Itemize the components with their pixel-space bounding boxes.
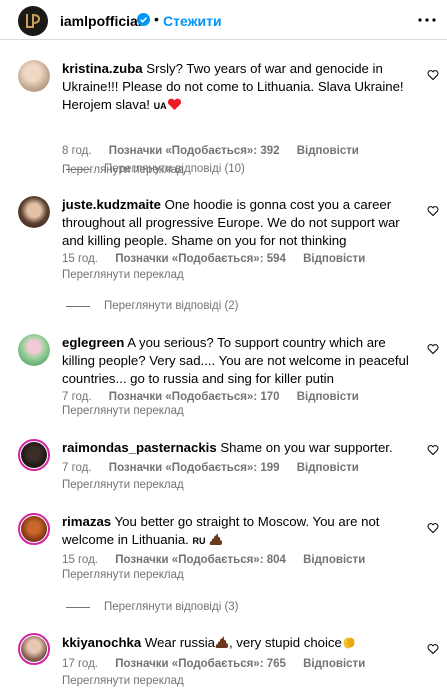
- comment-username[interactable]: raimondas_pasternackis: [62, 440, 217, 455]
- likes-count[interactable]: Позначки «Подобається»: 170: [109, 391, 280, 403]
- comment-time: 15 год.: [62, 554, 98, 566]
- translate-link[interactable]: Переглянути переклад: [62, 479, 184, 491]
- comment-meta: 7 год. Позначки «Подобається»: 199 Відпо…: [62, 462, 373, 474]
- poop-icon: [209, 533, 223, 545]
- comment-meta: 15 год. Позначки «Подобається»: 594 Відп…: [62, 253, 379, 265]
- reply-button[interactable]: Відповісти: [297, 462, 359, 474]
- likes-count[interactable]: Позначки «Подобається»: 594: [115, 253, 286, 265]
- poop-icon: [215, 636, 229, 648]
- comment-time: 15 год.: [62, 253, 98, 265]
- comment-meta: 15 год. Позначки «Подобається»: 804 Відп…: [62, 554, 379, 566]
- translate-link[interactable]: Переглянути переклад: [62, 269, 184, 281]
- view-replies-toggle[interactable]: Переглянути відповіді (3): [66, 601, 239, 613]
- like-heart-icon[interactable]: [427, 343, 439, 355]
- comment-meta: 8 год. Позначки «Подобається»: 392 Відпо…: [62, 145, 373, 157]
- avatar[interactable]: [18, 334, 50, 366]
- comment-username[interactable]: eglegreen: [62, 335, 124, 350]
- comment-meta: 7 год. Позначки «Подобається»: 170 Відпо…: [62, 391, 373, 403]
- replies-divider-line: [66, 168, 90, 170]
- comment-text: rimazas You better go straight to Moscow…: [62, 513, 412, 550]
- like-heart-icon[interactable]: [427, 444, 439, 456]
- comment-username[interactable]: rimazas: [62, 514, 111, 529]
- flag-ru-icon: RU: [192, 536, 206, 546]
- post-header: iamlpofficial • Стежити: [0, 0, 447, 40]
- likes-count[interactable]: Позначки «Подобається»: 804: [115, 554, 286, 566]
- view-replies-toggle[interactable]: Переглянути відповіді (10): [66, 163, 245, 175]
- comment-time: 7 год.: [62, 391, 92, 403]
- flag-ua-icon: UA: [153, 101, 167, 111]
- comment-username[interactable]: kkiyanochka: [62, 635, 141, 650]
- view-replies-label[interactable]: Переглянути відповіді (3): [104, 601, 239, 613]
- likes-count[interactable]: Позначки «Подобається»: 765: [115, 658, 286, 670]
- comment-body: Wear russia: [144, 635, 215, 650]
- comment-text: raimondas_pasternackis Shame on you war …: [62, 439, 412, 457]
- avatar[interactable]: [18, 633, 50, 665]
- comment-text: kkiyanochka Wear russia , very stupid cho…: [62, 634, 412, 652]
- translate-link[interactable]: Переглянути переклад: [62, 675, 184, 687]
- clapping-hands-icon: [343, 637, 355, 649]
- comment-text: eglegreen A you serious? To support coun…: [62, 334, 412, 388]
- comment-body: Shame on you war supporter.: [220, 440, 393, 455]
- translate-link[interactable]: Переглянути переклад: [62, 405, 184, 417]
- view-replies-toggle[interactable]: Переглянути відповіді (2): [66, 300, 239, 312]
- comment-time: 7 год.: [62, 462, 92, 474]
- reply-button[interactable]: Відповісти: [303, 253, 365, 265]
- reply-button[interactable]: Відповісти: [303, 658, 365, 670]
- avatar[interactable]: [18, 196, 50, 228]
- lp-logo-icon: [26, 13, 41, 28]
- view-replies-label[interactable]: Переглянути відповіді (2): [104, 300, 239, 312]
- replies-divider-line: [66, 305, 90, 307]
- likes-count[interactable]: Позначки «Подобається»: 392: [109, 145, 280, 157]
- translate-link[interactable]: Переглянути переклад: [62, 569, 184, 581]
- comment-time: 8 год.: [62, 145, 92, 157]
- comment-text: kristina.zuba Srsly? Two years of war an…: [62, 60, 412, 115]
- like-heart-icon[interactable]: [427, 69, 439, 81]
- separator-dot: •: [154, 11, 159, 27]
- comment-time: 17 год.: [62, 658, 98, 670]
- comment-text: juste.kudzmaite One hoodie is gonna cost…: [62, 196, 412, 250]
- like-heart-icon[interactable]: [427, 643, 439, 655]
- avatar[interactable]: [18, 513, 50, 545]
- account-avatar[interactable]: [18, 6, 48, 36]
- more-options-icon[interactable]: [417, 13, 437, 27]
- comment-body-continued: , very stupid choice: [228, 635, 342, 650]
- reply-button[interactable]: Відповісти: [297, 391, 359, 403]
- red-heart-icon: [167, 98, 181, 111]
- like-heart-icon[interactable]: [427, 522, 439, 534]
- avatar[interactable]: [18, 439, 50, 471]
- follow-button[interactable]: Стежити: [163, 13, 222, 29]
- view-replies-label[interactable]: Переглянути відповіді (10): [104, 163, 245, 175]
- replies-divider-line: [66, 606, 90, 608]
- verified-badge-icon: [137, 13, 150, 26]
- likes-count[interactable]: Позначки «Подобається»: 199: [109, 462, 280, 474]
- reply-button[interactable]: Відповісти: [303, 554, 365, 566]
- avatar[interactable]: [18, 60, 50, 92]
- reply-button[interactable]: Відповісти: [297, 145, 359, 157]
- comment-username[interactable]: kristina.zuba: [62, 61, 143, 76]
- comment-meta: 17 год. Позначки «Подобається»: 765 Відп…: [62, 658, 379, 670]
- comment-username[interactable]: juste.kudzmaite: [62, 197, 161, 212]
- like-heart-icon[interactable]: [427, 205, 439, 217]
- account-username[interactable]: iamlpofficial: [60, 13, 142, 29]
